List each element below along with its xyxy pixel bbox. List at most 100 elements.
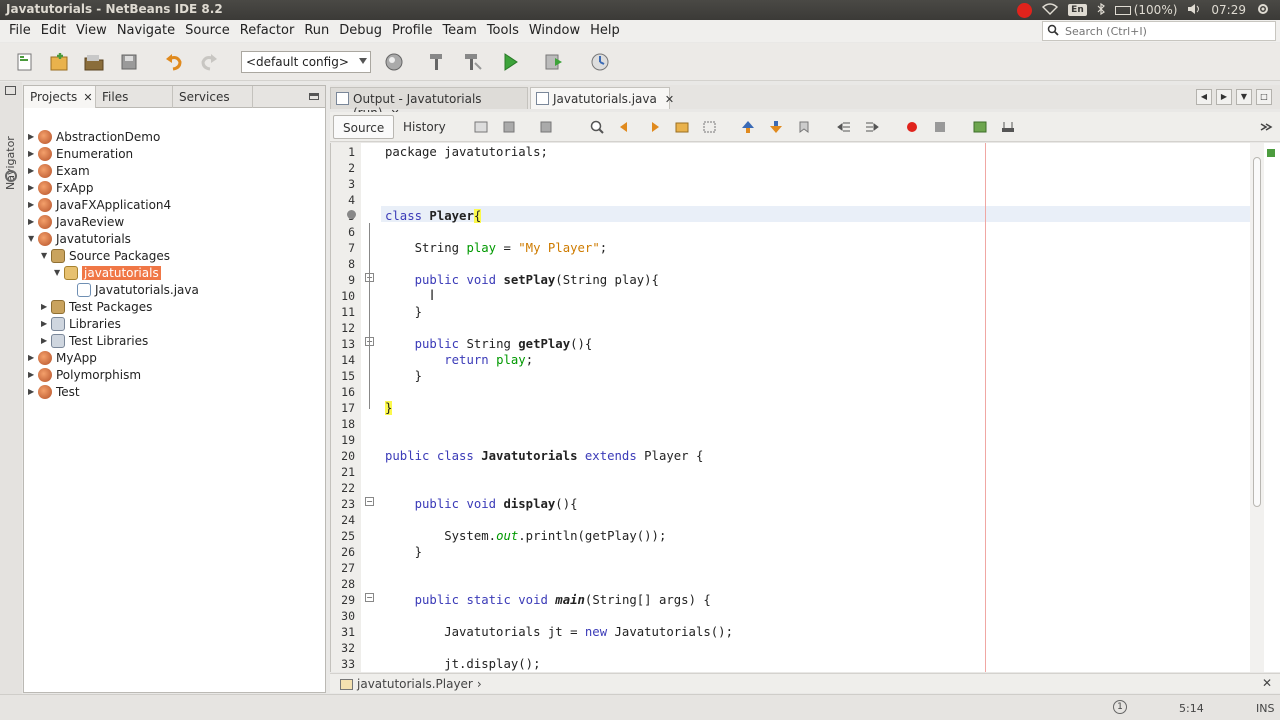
code-line[interactable]: } bbox=[385, 400, 393, 416]
collapsed-toggle-icon[interactable]: ▶ bbox=[41, 302, 51, 311]
tree-item[interactable]: ▶ Polymorphism bbox=[28, 366, 141, 383]
toggle-rectangular-selection-icon[interactable] bbox=[702, 119, 718, 135]
error-stripe[interactable] bbox=[1264, 143, 1280, 672]
restore-window-icon[interactable] bbox=[5, 86, 16, 95]
menu-file[interactable]: File bbox=[4, 23, 36, 38]
menu-run[interactable]: Run bbox=[299, 23, 334, 38]
insert-mode[interactable]: INS bbox=[1256, 702, 1274, 715]
stop-macro-record-icon[interactable] bbox=[932, 119, 948, 135]
battery-indicator[interactable]: (100%) bbox=[1114, 3, 1177, 17]
tree-item[interactable]: ▶ Exam bbox=[28, 162, 90, 179]
tree-item[interactable]: Javatutorials.java bbox=[67, 281, 199, 298]
expanded-toggle-icon[interactable]: ▼ bbox=[54, 268, 64, 277]
collapsed-toggle-icon[interactable]: ▶ bbox=[28, 132, 38, 141]
expanded-toggle-icon[interactable]: ▼ bbox=[28, 234, 38, 243]
tree-item[interactable]: ▶ AbstractionDemo bbox=[28, 128, 160, 145]
scrollbar-thumb[interactable] bbox=[1253, 157, 1261, 507]
history-view-button[interactable]: History bbox=[394, 115, 455, 139]
tree-item[interactable]: ▼ Source Packages bbox=[41, 247, 170, 264]
keyboard-layout-badge[interactable]: En bbox=[1068, 4, 1087, 16]
menu-refactor[interactable]: Refactor bbox=[235, 23, 300, 38]
previous-bookmark-icon[interactable] bbox=[740, 119, 756, 135]
caret-position[interactable]: 5:14 bbox=[1179, 702, 1204, 715]
back-icon[interactable] bbox=[502, 119, 518, 135]
comment-icon[interactable] bbox=[972, 119, 988, 135]
uncomment-icon[interactable] bbox=[1000, 119, 1016, 135]
record-icon[interactable] bbox=[1017, 2, 1033, 18]
scroll-left-icon[interactable]: ◀ bbox=[1196, 89, 1212, 105]
find-previous-icon[interactable] bbox=[617, 119, 633, 135]
tab-output[interactable]: Output - Javatutorials (run)✕ bbox=[330, 87, 528, 120]
code-line[interactable]: package javatutorials; bbox=[385, 144, 548, 160]
tab-files[interactable]: Files bbox=[96, 86, 173, 108]
menu-window[interactable]: Window bbox=[524, 23, 585, 38]
tree-item[interactable]: ▶ Test Libraries bbox=[41, 332, 148, 349]
configuration-select[interactable]: <default config> bbox=[241, 51, 371, 73]
code-line[interactable]: } bbox=[385, 544, 422, 560]
run-project-icon[interactable] bbox=[499, 51, 521, 73]
redo-icon[interactable] bbox=[198, 51, 220, 73]
breadcrumb-item[interactable]: javatutorials.Player bbox=[357, 677, 473, 691]
tree-item[interactable]: ▼ javatutorials bbox=[54, 264, 161, 281]
search-box[interactable] bbox=[1042, 21, 1276, 41]
menu-tools[interactable]: Tools bbox=[482, 23, 524, 38]
find-icon[interactable] bbox=[589, 119, 605, 135]
tab-list-icon[interactable]: ▼ bbox=[1236, 89, 1252, 105]
override-annotation-icon[interactable] bbox=[347, 210, 356, 219]
tree-item[interactable]: ▶ Test bbox=[28, 383, 80, 400]
code-line[interactable]: class Player{ bbox=[385, 208, 482, 224]
collapsed-toggle-icon[interactable]: ▶ bbox=[28, 183, 38, 192]
vertical-scrollbar[interactable] bbox=[1250, 143, 1264, 672]
collapsed-toggle-icon[interactable]: ▶ bbox=[41, 336, 51, 345]
tab-projects[interactable]: Projects ✕ bbox=[24, 86, 96, 108]
code-line[interactable]: } bbox=[385, 304, 422, 320]
menu-profile[interactable]: Profile bbox=[387, 23, 437, 38]
code-line[interactable]: jt.display(); bbox=[385, 656, 540, 672]
shift-right-icon[interactable] bbox=[864, 119, 880, 135]
build-hammer-icon[interactable] bbox=[425, 51, 447, 73]
tree-item[interactable]: ▶ MyApp bbox=[28, 349, 97, 366]
find-next-icon[interactable] bbox=[646, 119, 662, 135]
menu-view[interactable]: View bbox=[71, 23, 112, 38]
minimize-icon[interactable] bbox=[309, 93, 319, 100]
collapsed-toggle-icon[interactable]: ▶ bbox=[28, 353, 38, 362]
toggle-highlight-icon[interactable] bbox=[674, 119, 690, 135]
shift-left-icon[interactable] bbox=[836, 119, 852, 135]
fold-toggle-icon[interactable]: − bbox=[365, 593, 374, 602]
start-macro-record-icon[interactable] bbox=[904, 119, 920, 135]
notifications-icon[interactable]: 1 bbox=[1113, 700, 1127, 714]
menu-team[interactable]: Team bbox=[437, 23, 481, 38]
code-line[interactable]: public void setPlay(String play){ bbox=[385, 272, 659, 288]
collapsed-toggle-icon[interactable]: ▶ bbox=[28, 217, 38, 226]
last-edit-icon[interactable] bbox=[473, 119, 489, 135]
tree-item[interactable]: ▶ FxApp bbox=[28, 179, 93, 196]
code-line[interactable]: return play; bbox=[385, 352, 533, 368]
browser-globe-icon[interactable] bbox=[383, 51, 405, 73]
gear-icon[interactable] bbox=[1256, 2, 1270, 19]
collapsed-toggle-icon[interactable]: ▶ bbox=[28, 149, 38, 158]
close-icon[interactable]: ✕ bbox=[83, 91, 92, 104]
code-line[interactable]: Javatutorials jt = new Javatutorials(); bbox=[385, 624, 733, 640]
code-line[interactable]: String play = "My Player"; bbox=[385, 240, 608, 256]
search-input[interactable] bbox=[1065, 24, 1265, 38]
code-line[interactable]: public class Javatutorials extends Playe… bbox=[385, 448, 703, 464]
menu-edit[interactable]: Edit bbox=[36, 23, 71, 38]
volume-icon[interactable] bbox=[1187, 3, 1201, 18]
wifi-icon[interactable] bbox=[1042, 2, 1059, 18]
new-file-icon[interactable] bbox=[14, 51, 36, 73]
save-all-icon[interactable] bbox=[118, 51, 140, 73]
close-icon[interactable]: ✕ bbox=[665, 93, 674, 106]
clean-build-icon[interactable] bbox=[461, 51, 483, 73]
toggle-bookmark-icon[interactable] bbox=[796, 119, 812, 135]
code-line[interactable]: public String getPlay(){ bbox=[385, 336, 593, 352]
tab-javatutorials-java[interactable]: Javatutorials.java ✕ bbox=[530, 87, 674, 109]
navigator-icon[interactable] bbox=[5, 170, 17, 182]
more-options-icon[interactable] bbox=[1258, 119, 1274, 135]
profile-project-icon[interactable] bbox=[589, 51, 611, 73]
collapsed-toggle-icon[interactable]: ▶ bbox=[28, 166, 38, 175]
clock[interactable]: 07:29 bbox=[1211, 3, 1246, 17]
menu-navigate[interactable]: Navigate bbox=[112, 23, 180, 38]
menu-debug[interactable]: Debug bbox=[334, 23, 387, 38]
menu-help[interactable]: Help bbox=[585, 23, 625, 38]
close-icon[interactable]: ✕ bbox=[1262, 676, 1272, 690]
